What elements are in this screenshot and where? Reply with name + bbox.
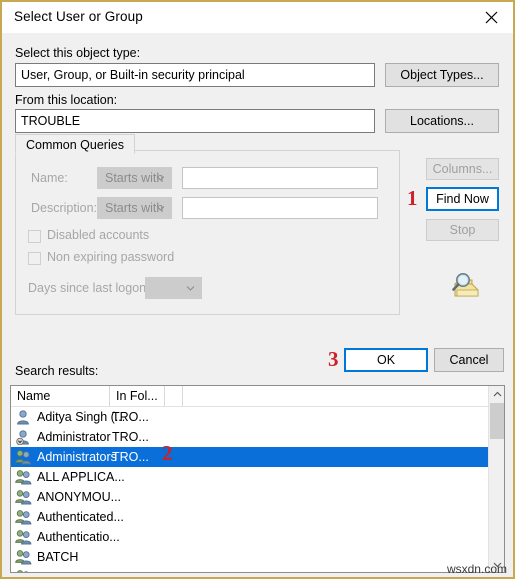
name-operator-value: Starts with <box>105 171 164 185</box>
group-icon <box>15 449 32 465</box>
object-type-label: Select this object type: <box>15 46 141 60</box>
row-name: Authenticatio... <box>37 530 120 544</box>
chevron-down-icon <box>156 176 165 181</box>
table-row[interactable]: ANONYMOU... <box>11 487 504 507</box>
table-row[interactable]: Authenticatio... <box>11 527 504 547</box>
description-value-input[interactable] <box>182 197 378 219</box>
select-user-or-group-dialog: Select User or Group Select this object … <box>0 0 515 579</box>
vertical-scrollbar[interactable] <box>488 386 504 572</box>
name-label: Name: <box>31 171 68 185</box>
row-name: Administrator <box>37 430 111 444</box>
column-header-name[interactable]: Name <box>11 386 110 406</box>
dialog-body: Select this object type: User, Group, or… <box>2 33 513 577</box>
tab-common-queries[interactable]: Common Queries <box>15 134 135 154</box>
days-since-logon-select[interactable] <box>145 277 202 299</box>
find-now-button[interactable]: Find Now <box>426 187 499 211</box>
description-label: Description: <box>31 201 97 215</box>
ok-button[interactable]: OK <box>344 348 428 372</box>
group-icon <box>15 529 32 545</box>
list-rows-container: Aditya Singh (... TRO... Administrator TRO.… <box>11 407 504 572</box>
group-icon <box>15 569 32 572</box>
days-since-logon-label: Days since last logon: <box>28 281 150 295</box>
group-icon <box>15 509 32 525</box>
description-operator-select[interactable]: Starts with <box>97 197 172 219</box>
table-row[interactable]: Aditya Singh (... TRO... <box>11 407 504 427</box>
group-icon <box>15 549 32 565</box>
disabled-accounts-label: Disabled accounts <box>47 228 150 242</box>
window-title: Select User or Group <box>14 9 143 24</box>
search-results-label: Search results: <box>15 364 99 378</box>
row-name: ALL APPLICA... <box>37 470 125 484</box>
group-icon <box>15 469 32 485</box>
non-expiring-password-checkbox[interactable] <box>28 252 41 265</box>
user-disabled-icon <box>15 429 32 446</box>
tab-common-queries-label: Common Queries <box>26 137 124 152</box>
annotation-step-3: 3 <box>328 347 339 371</box>
column-header-spacer <box>165 386 183 406</box>
row-name: Authenticated... <box>37 510 124 524</box>
chevron-down-icon <box>186 286 195 291</box>
row-name: Administrators <box>37 450 117 464</box>
disabled-accounts-checkbox[interactable] <box>28 230 41 243</box>
object-type-field[interactable]: User, Group, or Built-in security princi… <box>15 63 375 87</box>
close-icon[interactable] <box>469 2 513 32</box>
magnifier-folder-icon <box>448 270 482 305</box>
from-location-label: From this location: <box>15 93 118 107</box>
scroll-up-arrow-icon[interactable] <box>489 386 504 402</box>
chevron-down-icon <box>156 206 165 211</box>
name-value-input[interactable] <box>182 167 378 189</box>
row-name: ANONYMOU... <box>37 490 122 504</box>
table-row[interactable]: ALL APPLICA... <box>11 467 504 487</box>
row-name: CONSOLE L... <box>37 570 119 572</box>
scrollbar-thumb[interactable] <box>490 403 504 439</box>
description-operator-value: Starts with <box>105 201 164 215</box>
title-bar: Select User or Group <box>2 2 513 33</box>
table-row[interactable]: Administrators TRO... <box>11 447 504 467</box>
user-icon <box>15 409 32 425</box>
annotation-step-2: 2 <box>162 441 173 465</box>
group-icon <box>15 489 32 505</box>
from-location-field[interactable]: TROUBLE <box>15 109 375 133</box>
columns-button[interactable]: Columns... <box>426 158 499 180</box>
watermark: wsxdn.com <box>446 562 507 576</box>
list-column-headers: Name In Fol... <box>11 386 504 407</box>
row-in-folder: TRO... <box>112 430 149 444</box>
column-header-in-folder[interactable]: In Fol... <box>110 386 165 406</box>
object-types-button[interactable]: Object Types... <box>385 63 499 87</box>
table-row[interactable]: Authenticated... <box>11 507 504 527</box>
non-expiring-password-label: Non expiring password <box>47 250 175 264</box>
stop-button[interactable]: Stop <box>426 219 499 241</box>
table-row[interactable]: Administrator TRO... <box>11 427 504 447</box>
annotation-step-1: 1 <box>407 186 418 210</box>
table-row[interactable]: BATCH <box>11 547 504 567</box>
locations-button[interactable]: Locations... <box>385 109 499 133</box>
name-operator-select[interactable]: Starts with <box>97 167 172 189</box>
table-row[interactable]: CONSOLE L... <box>11 567 504 572</box>
row-in-folder: TRO... <box>112 450 149 464</box>
row-name: BATCH <box>37 550 79 564</box>
search-results-list[interactable]: Name In Fol... Aditya Singh (... TRO... Ad… <box>10 385 505 573</box>
cancel-button[interactable]: Cancel <box>434 348 504 372</box>
row-in-folder: TRO... <box>112 410 149 424</box>
